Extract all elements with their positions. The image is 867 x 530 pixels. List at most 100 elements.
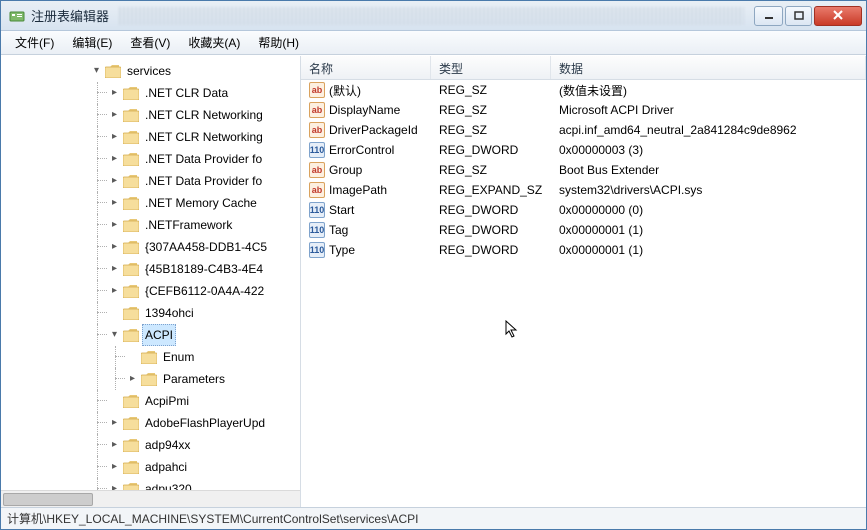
tree-node[interactable]: ▸ .NET Memory Cache: [109, 192, 300, 214]
close-button[interactable]: [814, 6, 862, 26]
tree-node-label[interactable]: .NET CLR Networking: [142, 104, 266, 126]
value-type: REG_DWORD: [435, 223, 555, 237]
tree-node[interactable]: ▸ .NET Data Provider fo: [109, 170, 300, 192]
expander-icon[interactable]: ▸: [109, 264, 120, 275]
folder-icon: [123, 285, 139, 298]
content-area: ▾ services ▸ .NET CLR Data ▸ .NET CLR Network…: [1, 55, 866, 507]
menu-edit[interactable]: 编辑(E): [64, 31, 120, 54]
tree-node-label[interactable]: .NETFramework: [142, 214, 235, 236]
expander-icon[interactable]: ▸: [109, 462, 120, 473]
tree-node-label[interactable]: Enum: [160, 346, 197, 368]
value-row[interactable]: 110TagREG_DWORD0x00000001 (1): [301, 220, 866, 240]
tree-node-label[interactable]: .NET CLR Data: [142, 82, 231, 104]
tree-node[interactable]: ▾ ACPI: [109, 324, 300, 346]
value-row[interactable]: 110ErrorControlREG_DWORD0x00000003 (3): [301, 140, 866, 160]
tree-node-label[interactable]: .NET Memory Cache: [142, 192, 260, 214]
tree-node-label[interactable]: {45B18189-C4B3-4E4: [142, 258, 266, 280]
folder-icon: [123, 153, 139, 166]
folder-icon: [123, 175, 139, 188]
tree-node[interactable]: ▸ .NET CLR Networking: [109, 104, 300, 126]
tree-node-label[interactable]: {307AA458-DDB1-4C5: [142, 236, 270, 258]
value-row[interactable]: abImagePathREG_EXPAND_SZsystem32\drivers…: [301, 180, 866, 200]
tree-node-label[interactable]: .NET Data Provider fo: [142, 170, 265, 192]
expander-icon[interactable]: ▸: [109, 110, 120, 121]
expander-icon[interactable]: ▸: [109, 198, 120, 209]
menu-help[interactable]: 帮助(H): [250, 31, 307, 54]
tree-node-label[interactable]: services: [124, 60, 174, 82]
maximize-button[interactable]: [785, 6, 812, 26]
tree-node[interactable]: ▸ {CEFB6112-0A4A-422: [109, 280, 300, 302]
value-row[interactable]: 110TypeREG_DWORD0x00000001 (1): [301, 240, 866, 260]
folder-icon: [123, 439, 139, 452]
tree-node[interactable]: ▸ {307AA458-DDB1-4C5: [109, 236, 300, 258]
value-row[interactable]: abDriverPackageIdREG_SZacpi.inf_amd64_ne…: [301, 120, 866, 140]
value-row[interactable]: abDisplayNameREG_SZMicrosoft ACPI Driver: [301, 100, 866, 120]
expander-icon[interactable]: ▸: [109, 132, 120, 143]
tree-node[interactable]: ▸ adp94xx: [109, 434, 300, 456]
value-name: ImagePath: [329, 183, 387, 197]
expander-icon[interactable]: ▸: [109, 176, 120, 187]
tree-node[interactable]: ▸ .NET Data Provider fo: [109, 148, 300, 170]
tree-view[interactable]: ▾ services ▸ .NET CLR Data ▸ .NET CLR Network…: [1, 56, 300, 490]
expander-icon[interactable]: ▸: [109, 154, 120, 165]
value-row[interactable]: ab(默认)REG_SZ(数值未设置): [301, 80, 866, 100]
expander-icon[interactable]: ▾: [109, 330, 120, 341]
tree-node[interactable]: ▸ {45B18189-C4B3-4E4: [109, 258, 300, 280]
scroll-thumb[interactable]: [3, 493, 93, 506]
tree-node-label[interactable]: 1394ohci: [142, 302, 197, 324]
menu-view[interactable]: 查看(V): [122, 31, 178, 54]
value-row[interactable]: abGroupREG_SZBoot Bus Extender: [301, 160, 866, 180]
tree-node[interactable]: Enum: [127, 346, 300, 368]
expander-icon[interactable]: ▾: [91, 66, 102, 77]
expander-icon[interactable]: ▸: [109, 286, 120, 297]
expander-icon[interactable]: ▸: [127, 374, 138, 385]
value-data: 0x00000000 (0): [555, 203, 866, 217]
value-data: 0x00000001 (1): [555, 223, 866, 237]
tree-node[interactable]: ▸ .NETFramework: [109, 214, 300, 236]
tree-node-label[interactable]: ACPI: [142, 324, 176, 346]
tree-node[interactable]: ▸ AdobeFlashPlayerUpd: [109, 412, 300, 434]
menu-favorites[interactable]: 收藏夹(A): [180, 31, 248, 54]
tree-node-root[interactable]: ▾ services: [91, 60, 300, 82]
value-type: REG_DWORD: [435, 243, 555, 257]
expander-icon[interactable]: ▸: [109, 88, 120, 99]
column-data-header[interactable]: 数据: [551, 56, 866, 79]
menu-file[interactable]: 文件(F): [7, 31, 62, 54]
string-value-icon: ab: [309, 182, 325, 198]
tree-node[interactable]: 1394ohci: [109, 302, 300, 324]
tree-node[interactable]: ▸ Parameters: [127, 368, 300, 390]
expander-icon[interactable]: ▸: [109, 220, 120, 231]
tree-node-label[interactable]: adp94xx: [142, 434, 193, 456]
string-value-icon: ab: [309, 122, 325, 138]
value-type: REG_EXPAND_SZ: [435, 183, 555, 197]
tree-node[interactable]: AcpiPmi: [109, 390, 300, 412]
tree-node-label[interactable]: AdobeFlashPlayerUpd: [142, 412, 268, 434]
column-name-header[interactable]: 名称: [301, 56, 431, 79]
column-type-header[interactable]: 类型: [431, 56, 551, 79]
expander-icon[interactable]: ▸: [109, 440, 120, 451]
tree-node[interactable]: ▸ adpahci: [109, 456, 300, 478]
folder-icon: [123, 307, 139, 320]
tree-node-label[interactable]: adpu320: [142, 478, 195, 490]
folder-icon: [123, 395, 139, 408]
expander-icon[interactable]: ▸: [109, 418, 120, 429]
expander-icon[interactable]: ▸: [109, 242, 120, 253]
tree-node-label[interactable]: {CEFB6112-0A4A-422: [142, 280, 267, 302]
title-blur: [119, 7, 744, 25]
tree-node-label[interactable]: Parameters: [160, 368, 228, 390]
value-row[interactable]: 110StartREG_DWORD0x00000000 (0): [301, 200, 866, 220]
window-title: 注册表编辑器: [31, 6, 109, 25]
folder-icon: [123, 241, 139, 254]
tree-node[interactable]: ▸ .NET CLR Networking: [109, 126, 300, 148]
list-body[interactable]: ab(默认)REG_SZ(数值未设置)abDisplayNameREG_SZMi…: [301, 80, 866, 507]
horizontal-scrollbar[interactable]: [1, 490, 300, 507]
tree-node-label[interactable]: adpahci: [142, 456, 190, 478]
minimize-button[interactable]: [754, 6, 783, 26]
tree-node[interactable]: ▸ .NET CLR Data: [109, 82, 300, 104]
folder-icon: [123, 87, 139, 100]
titlebar[interactable]: 注册表编辑器: [1, 1, 866, 31]
tree-node-label[interactable]: .NET CLR Networking: [142, 126, 266, 148]
tree-node[interactable]: ▸adpu320: [109, 478, 300, 490]
tree-node-label[interactable]: .NET Data Provider fo: [142, 148, 265, 170]
tree-node-label[interactable]: AcpiPmi: [142, 390, 192, 412]
